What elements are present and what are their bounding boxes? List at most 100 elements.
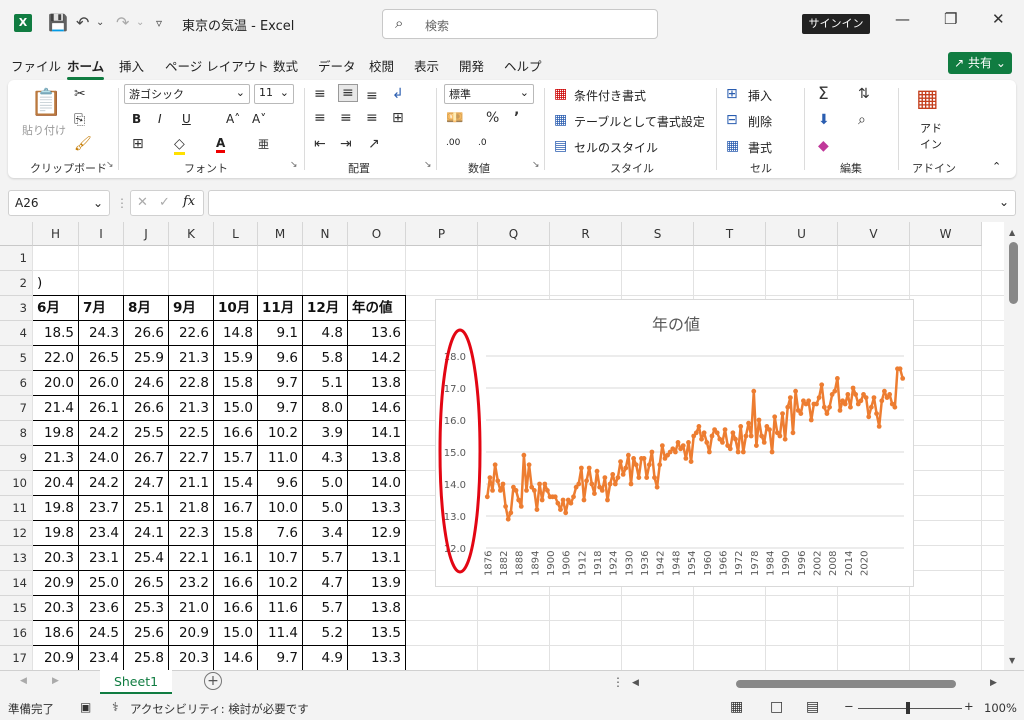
data-point[interactable] bbox=[537, 481, 542, 487]
table-cell[interactable]: 5.0 bbox=[303, 496, 348, 521]
data-point[interactable] bbox=[793, 388, 798, 394]
data-point[interactable] bbox=[706, 449, 712, 455]
data-point[interactable] bbox=[759, 433, 765, 439]
addins-icon[interactable]: ▦ bbox=[916, 84, 939, 112]
data-point[interactable] bbox=[727, 446, 733, 452]
redo-dropdown-icon[interactable]: ⌄ bbox=[136, 12, 144, 34]
data-point[interactable] bbox=[814, 401, 819, 407]
data-point[interactable] bbox=[628, 481, 634, 487]
autosum-icon[interactable]: Σ bbox=[818, 84, 829, 104]
table-cell[interactable]: 13.8 bbox=[348, 596, 406, 621]
table-cell[interactable]: 21.8 bbox=[169, 496, 214, 521]
table-cell[interactable]: 25.3 bbox=[124, 596, 169, 621]
data-point[interactable] bbox=[497, 488, 503, 493]
table-cell[interactable]: 20.4 bbox=[33, 471, 79, 496]
table-cell[interactable]: 25.4 bbox=[124, 546, 169, 571]
table-cell[interactable]: 12.9 bbox=[348, 521, 406, 546]
column-header-p[interactable]: P bbox=[406, 222, 478, 246]
data-point[interactable] bbox=[782, 436, 788, 442]
data-point[interactable] bbox=[576, 481, 582, 487]
customize-toolbar-icon[interactable]: ▿ bbox=[156, 12, 162, 34]
table-cell[interactable]: 26.1 bbox=[79, 396, 124, 421]
undo-icon[interactable]: ↶ bbox=[76, 12, 89, 34]
data-point[interactable] bbox=[518, 504, 524, 509]
data-point[interactable] bbox=[625, 452, 631, 458]
delete-cells-icon[interactable]: ⊟ bbox=[726, 112, 738, 128]
zoom-slider-thumb[interactable] bbox=[906, 702, 910, 714]
row-header-8[interactable]: 8 bbox=[0, 421, 33, 446]
next-sheet-icon[interactable]: ▶ bbox=[52, 676, 59, 686]
table-cell[interactable]: 5.7 bbox=[303, 546, 348, 571]
horizontal-scrollbar[interactable]: ◀ ▶ bbox=[632, 677, 1002, 691]
table-cell[interactable]: 5.1 bbox=[303, 371, 348, 396]
table-cell[interactable]: 20.3 bbox=[169, 646, 214, 670]
vertical-scrollbar[interactable]: ▲ ▼ bbox=[1004, 222, 1024, 670]
table-cell[interactable]: 15.0 bbox=[214, 621, 258, 646]
insert-function-button[interactable]: fx bbox=[183, 194, 195, 209]
column-header-k[interactable]: K bbox=[169, 222, 214, 246]
data-point[interactable] bbox=[746, 420, 751, 426]
data-point[interactable] bbox=[615, 475, 621, 480]
data-point[interactable] bbox=[879, 398, 885, 404]
paste-label[interactable]: 貼り付け bbox=[22, 122, 66, 138]
expand-formula-icon[interactable]: ⌄ bbox=[999, 195, 1009, 209]
table-cell[interactable]: 26.7 bbox=[124, 446, 169, 471]
prev-sheet-icon[interactable]: ◀ bbox=[20, 676, 27, 686]
data-point[interactable] bbox=[699, 436, 704, 442]
table-cell[interactable]: 15.8 bbox=[214, 371, 258, 396]
data-point[interactable] bbox=[720, 440, 725, 445]
alignment-launcher-icon[interactable]: ↘ bbox=[424, 160, 432, 170]
menu-page-layout[interactable]: ページ レイアウト bbox=[165, 56, 269, 75]
clipboard-launcher-icon[interactable]: ↘ bbox=[106, 160, 114, 170]
data-point[interactable] bbox=[816, 395, 822, 400]
wrap-text-icon[interactable]: ↲ bbox=[392, 86, 404, 102]
select-all-corner[interactable] bbox=[0, 222, 33, 246]
bold-icon[interactable]: B bbox=[132, 112, 141, 126]
data-point[interactable] bbox=[772, 414, 778, 420]
data-point[interactable] bbox=[560, 497, 566, 503]
column-header-t[interactable]: T bbox=[694, 222, 766, 246]
data-point[interactable] bbox=[790, 430, 796, 436]
line-chart[interactable]: 年の値 18.0 17.0 16.0 15.0 14.0 13.0 12.0 1876 1882… bbox=[435, 299, 914, 587]
data-point[interactable] bbox=[704, 440, 710, 445]
fill-icon[interactable]: ⬇ bbox=[818, 112, 830, 128]
accounting-format-icon[interactable]: 💴 bbox=[446, 110, 463, 126]
grow-font-icon[interactable]: A˄ bbox=[226, 112, 240, 126]
data-point[interactable] bbox=[834, 376, 840, 381]
data-point[interactable] bbox=[644, 475, 650, 480]
normal-view-icon[interactable]: ▦ bbox=[730, 699, 743, 715]
share-button[interactable]: ↗ 共有 ⌄ bbox=[948, 52, 1012, 74]
data-point[interactable] bbox=[607, 481, 613, 487]
data-point[interactable] bbox=[544, 488, 550, 493]
table-cell[interactable]: 23.4 bbox=[79, 646, 124, 670]
column-header-r[interactable]: R bbox=[550, 222, 622, 246]
row-header-6[interactable]: 6 bbox=[0, 371, 33, 396]
row-header-14[interactable]: 14 bbox=[0, 571, 33, 596]
scroll-right-icon[interactable]: ▶ bbox=[990, 678, 997, 688]
table-cell[interactable]: 26.6 bbox=[124, 396, 169, 421]
row-header-16[interactable]: 16 bbox=[0, 621, 33, 646]
data-point[interactable] bbox=[868, 404, 874, 410]
data-point[interactable] bbox=[534, 507, 540, 512]
comma-style-icon[interactable]: ’ bbox=[514, 110, 519, 126]
table-cell[interactable]: 4.3 bbox=[303, 446, 348, 471]
table-cell[interactable]: 16.1 bbox=[214, 546, 258, 571]
table-header-cell[interactable]: 10月 bbox=[214, 296, 258, 321]
font-size-select[interactable]: 11 ⌄ bbox=[254, 84, 294, 104]
menu-formulas[interactable]: 数式 bbox=[273, 56, 298, 75]
orientation-icon[interactable]: ↗ bbox=[368, 136, 380, 152]
table-cell[interactable]: 9.7 bbox=[258, 396, 303, 421]
table-cell[interactable]: 5.0 bbox=[303, 471, 348, 496]
data-point[interactable] bbox=[592, 491, 597, 496]
data-point[interactable] bbox=[612, 481, 618, 487]
zoom-out-icon[interactable]: − bbox=[844, 699, 854, 713]
table-cell[interactable]: 25.6 bbox=[124, 621, 169, 646]
table-cell[interactable]: 11.0 bbox=[258, 446, 303, 471]
data-point[interactable] bbox=[599, 488, 605, 493]
data-point[interactable] bbox=[808, 417, 814, 423]
table-cell[interactable]: 15.4 bbox=[214, 471, 258, 496]
table-header-cell[interactable]: 8月 bbox=[124, 296, 169, 321]
table-cell[interactable]: 21.3 bbox=[169, 396, 214, 421]
undo-dropdown-icon[interactable]: ⌄ bbox=[96, 12, 104, 34]
table-cell[interactable]: 13.6 bbox=[348, 321, 406, 346]
